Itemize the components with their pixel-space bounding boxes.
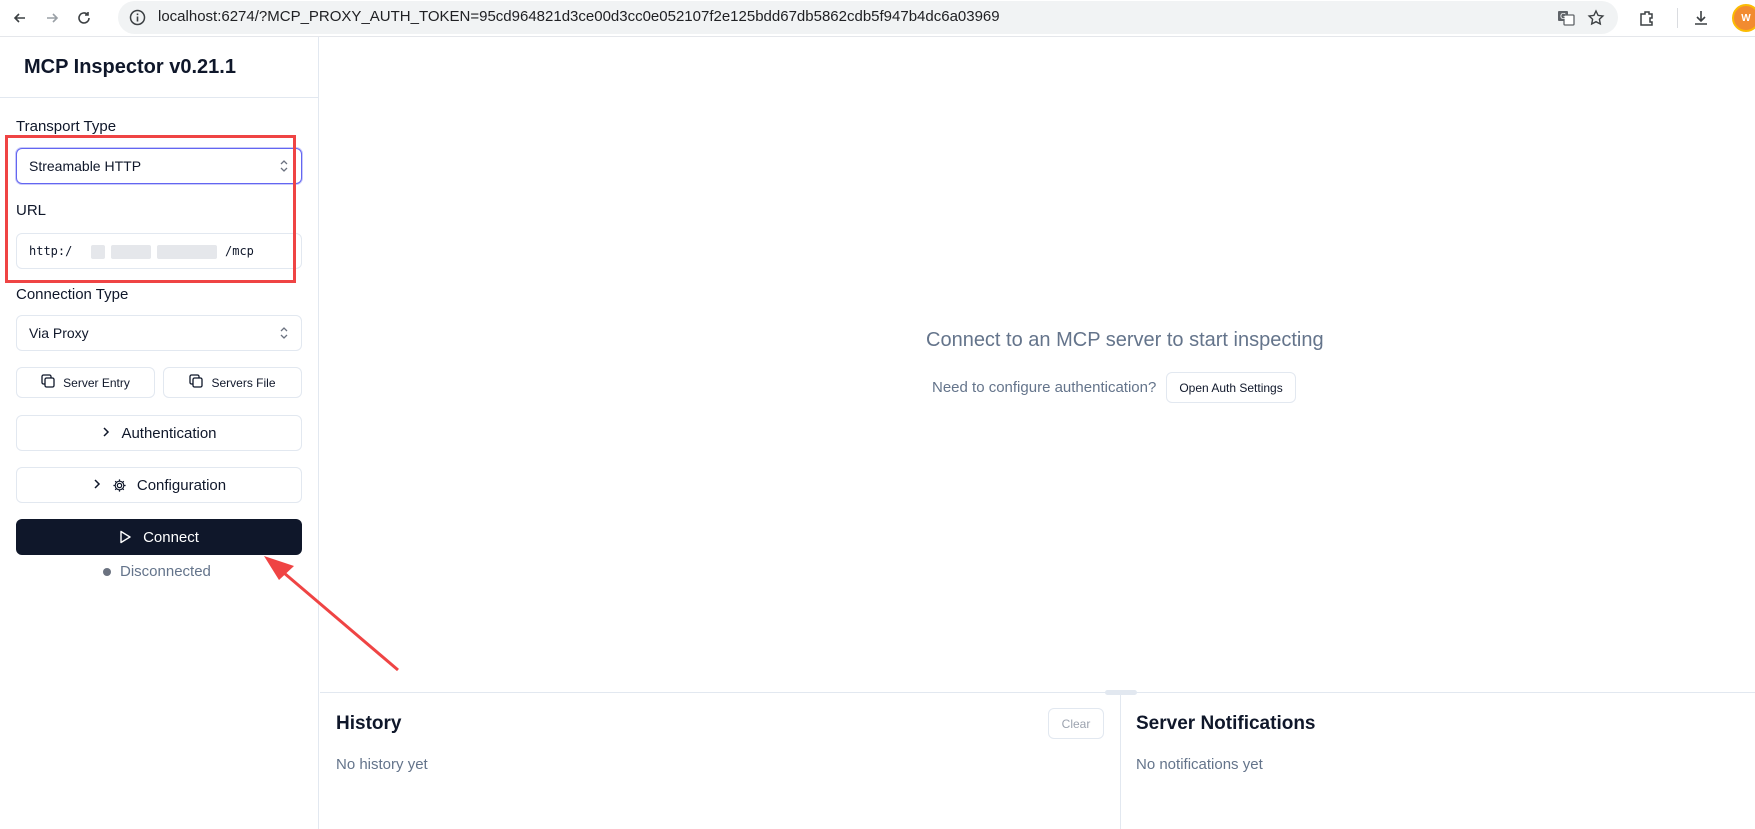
connection-status: Disconnected [103, 563, 211, 580]
authentication-toggle[interactable]: Authentication [16, 415, 302, 451]
connection-type-select[interactable]: Via Proxy [16, 315, 302, 351]
servers-file-button[interactable]: Servers File [163, 367, 302, 398]
profile-avatar[interactable]: W [1732, 4, 1755, 32]
svg-text:G: G [1560, 12, 1566, 21]
configuration-toggle[interactable]: Configuration [16, 467, 302, 503]
annotation-highlight-box [5, 135, 296, 283]
transport-type-label: Transport Type [16, 118, 117, 135]
toolbar-separator [1677, 8, 1678, 28]
clear-history-button[interactable]: Clear [1048, 708, 1104, 739]
reload-icon[interactable] [70, 4, 98, 32]
open-auth-settings-button[interactable]: Open Auth Settings [1166, 372, 1296, 403]
back-icon[interactable] [6, 4, 34, 32]
chevron-right-icon [92, 477, 102, 494]
history-title: History [336, 713, 402, 734]
server-entry-label: Server Entry [63, 375, 130, 390]
play-icon [119, 530, 131, 544]
status-dot-icon [103, 567, 111, 576]
copy-icon [41, 374, 55, 391]
connect-button[interactable]: Connect [16, 519, 302, 555]
app-title: MCP Inspector v0.21.1 [24, 56, 236, 78]
server-notifications-title: Server Notifications [1136, 713, 1316, 734]
translate-icon[interactable]: G [1554, 6, 1578, 30]
chevron-right-icon [101, 425, 111, 442]
notifications-empty-text: No notifications yet [1136, 756, 1263, 773]
url-text[interactable]: localhost:6274/?MCP_PROXY_AUTH_TOKEN=95c… [158, 8, 1000, 25]
extensions-icon[interactable] [1634, 5, 1660, 31]
bookmark-star-icon[interactable] [1584, 6, 1608, 30]
authentication-label: Authentication [121, 424, 217, 442]
download-icon[interactable] [1688, 5, 1714, 31]
main-content: Connect to an MCP server to start inspec… [320, 37, 1755, 829]
chevron-updown-icon [277, 325, 291, 341]
status-text: Disconnected [120, 563, 211, 580]
bottom-panel: History Clear No history yet Server Noti… [320, 690, 1755, 829]
auth-prompt-text: Need to configure authentication? [932, 379, 1157, 396]
site-info-icon[interactable] [128, 8, 147, 27]
address-bar[interactable]: localhost:6274/?MCP_PROXY_AUTH_TOKEN=95c… [118, 1, 1618, 34]
server-entry-button[interactable]: Server Entry [16, 367, 155, 398]
panel-divider [1120, 693, 1121, 829]
panel-resize-handle[interactable] [1105, 690, 1137, 695]
auth-prompt-row: Need to configure authentication? Open A… [932, 372, 1296, 403]
browser-toolbar: localhost:6274/?MCP_PROXY_AUTH_TOKEN=95c… [0, 0, 1755, 37]
servers-file-label: Servers File [211, 375, 276, 390]
gear-icon [112, 478, 127, 493]
configuration-label: Configuration [136, 476, 227, 494]
empty-state-title: Connect to an MCP server to start inspec… [926, 329, 1324, 351]
sidebar-header: MCP Inspector v0.21.1 [0, 37, 318, 98]
connection-type-value: Via Proxy [29, 325, 89, 341]
copy-icon [189, 374, 204, 391]
connect-label: Connect [143, 528, 199, 546]
connection-type-label: Connection Type [16, 286, 129, 303]
forward-icon[interactable] [38, 4, 66, 32]
history-empty-text: No history yet [336, 756, 428, 773]
